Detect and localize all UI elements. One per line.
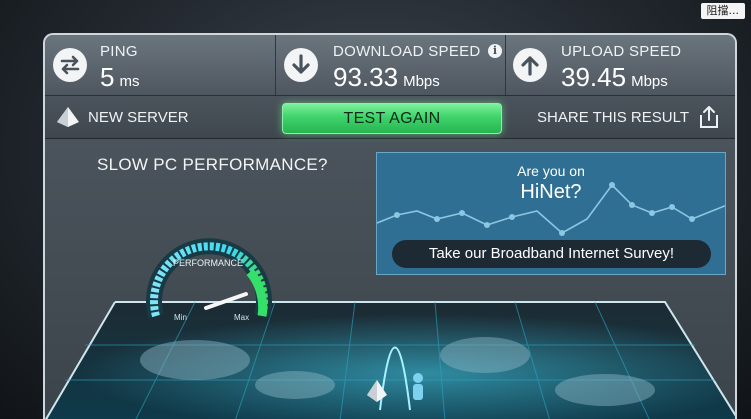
ping-unit: ms <box>119 73 140 90</box>
share-label: SHARE THIS RESULT <box>537 109 689 126</box>
gauge-min-label: Min <box>174 313 187 322</box>
swap-arrows-icon <box>53 48 87 82</box>
blocked-badge[interactable]: 阻擋... <box>700 3 745 19</box>
download-stat: DOWNLOAD SPEED i 93.33 Mbps <box>275 35 506 95</box>
ping-value: 5 ms <box>100 62 139 93</box>
ad-line-1: Are you on <box>517 163 585 179</box>
performance-gauge[interactable]: PERFORMANCE Min Max <box>138 228 278 338</box>
gauge-label: PERFORMANCE <box>173 258 243 268</box>
speedtest-stage: 阻擋... PING 5 ms DOWNLOAD SPEED i 93.33 M… <box>0 0 751 419</box>
upload-number: 39.45 <box>561 62 627 92</box>
gauge-needle <box>204 292 248 310</box>
info-icon[interactable]: i <box>488 44 502 58</box>
slow-pc-heading[interactable]: SLOW PC PERFORMANCE? <box>97 155 328 175</box>
hinet-survey-ad[interactable]: Are you on HiNet? Take our Broadband Int… <box>376 152 726 275</box>
new-server-label: NEW SERVER <box>88 109 189 126</box>
upload-unit: Mbps <box>631 73 668 90</box>
upload-label: UPLOAD SPEED <box>561 43 682 60</box>
server-pyramid-icon <box>57 107 79 127</box>
ping-number: 5 <box>100 62 115 92</box>
download-unit: Mbps <box>403 73 440 90</box>
download-value: 93.33 Mbps <box>333 62 440 93</box>
ping-label: PING <box>100 43 138 60</box>
user-marker-icon <box>413 373 423 400</box>
survey-button[interactable]: Take our Broadband Internet Survey! <box>392 240 711 268</box>
upload-value: 39.45 Mbps <box>561 62 668 93</box>
gauge-max-label: Max <box>234 313 249 322</box>
arrow-up-icon <box>513 48 547 82</box>
arrow-down-icon <box>284 48 318 82</box>
action-bar: NEW SERVER TEST AGAIN SHARE THIS RESULT <box>45 96 735 139</box>
speedtest-panel: PING 5 ms DOWNLOAD SPEED i 93.33 Mbps UP… <box>43 33 737 419</box>
results-bar: PING 5 ms DOWNLOAD SPEED i 93.33 Mbps UP… <box>45 35 735 96</box>
upload-stat: UPLOAD SPEED 39.45 Mbps <box>505 35 735 95</box>
download-number: 93.33 <box>333 62 399 92</box>
download-label: DOWNLOAD SPEED <box>333 43 481 60</box>
share-icon <box>700 106 718 128</box>
ad-line-2: HiNet? <box>520 181 582 203</box>
test-again-button[interactable]: TEST AGAIN <box>282 103 502 134</box>
ping-stat: PING 5 ms <box>45 35 275 95</box>
